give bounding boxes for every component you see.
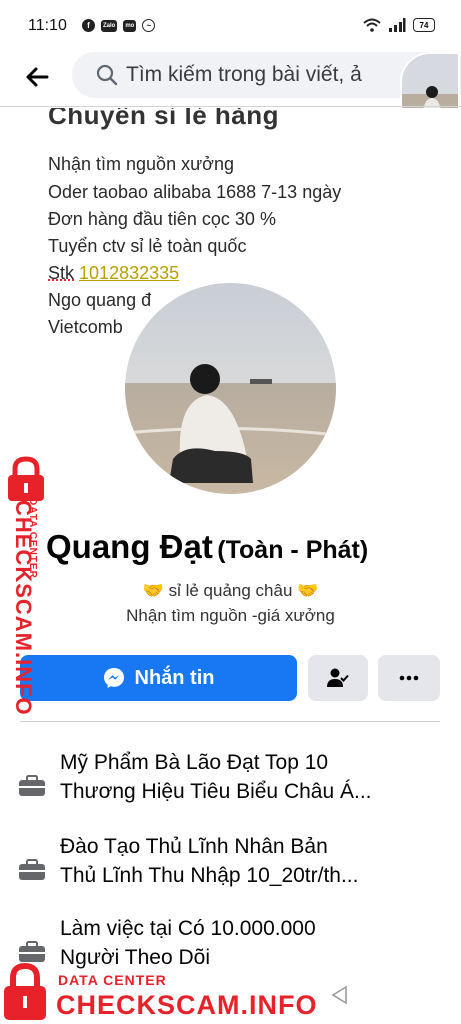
cover-line: Nhận tìm nguồn xưởng: [48, 154, 234, 175]
briefcase-icon: [18, 774, 46, 798]
cover-line: Đơn hàng đầu tiên cọc 30 %: [48, 209, 276, 230]
briefcase-icon: [18, 858, 46, 882]
search-icon: [96, 64, 118, 86]
cover-line: Vietcomb: [48, 317, 123, 338]
stk-label: Stk: [48, 263, 74, 283]
detail-line: Đào Tạo Thủ Lĩnh Nhân Bản: [60, 832, 440, 861]
back-button[interactable]: [20, 60, 54, 94]
battery-indicator: 74: [413, 18, 435, 32]
detail-line: Thủ Lĩnh Thu Nhập 10_20tr/th...: [60, 861, 440, 890]
zalo-icon: Zalo: [101, 20, 117, 32]
momo-icon: mo: [123, 20, 136, 32]
detail-text: Mỹ Phẩm Bà Lão Đạt Top 10 Thương Hiệu Ti…: [60, 748, 440, 806]
wifi-icon: [363, 18, 381, 32]
bottom-watermark: DATA CENTER CHECKSCAM.INFO: [0, 960, 461, 1024]
detail-line: Thương Hiệu Tiêu Biểu Châu Á...: [60, 777, 440, 806]
profile-picture[interactable]: [121, 279, 340, 498]
profile-name-main: Quang Đạt: [46, 528, 213, 565]
more-dots-icon: [399, 675, 419, 681]
cover-line: Oder taobao alibaba 1688 7-13 ngày: [48, 182, 341, 203]
detail-line: Mỹ Phẩm Bà Lão Đạt Top 10: [60, 748, 440, 777]
arrow-left-icon: [25, 67, 49, 87]
more-options-button[interactable]: [378, 655, 440, 701]
side-watermark-sub: DATA CENTER: [27, 498, 38, 579]
messenger-icon: ~: [142, 19, 155, 32]
cover-stk-line: Stk 1012832335: [48, 263, 179, 284]
side-watermark: CHECKSCAM.INFO: [0, 452, 52, 682]
profile-photo: [125, 283, 336, 494]
lock-icon: [5, 456, 47, 502]
facebook-icon: f: [82, 19, 95, 32]
section-divider: [20, 721, 440, 722]
header-divider: [0, 106, 461, 107]
detail-item-work[interactable]: Đào Tạo Thủ Lĩnh Nhân Bản Thủ Lĩnh Thu N…: [18, 832, 448, 894]
status-time: 11:10: [28, 17, 67, 35]
profile-name: Quang Đạt (Toàn - Phát): [46, 528, 368, 566]
bottom-watermark-text: CHECKSCAM.INFO: [56, 990, 318, 1021]
message-button[interactable]: Nhắn tin: [20, 655, 297, 701]
message-button-label: Nhắn tin: [135, 667, 215, 690]
profile-bio-line: Nhận tìm nguồn -giá xưởng: [0, 606, 461, 626]
status-bar: 11:10 f Zalo mo ~ 74: [0, 0, 461, 50]
search-placeholder: Tìm kiếm trong bài viết, ả: [126, 63, 362, 87]
lock-icon: [2, 962, 48, 1022]
signal-icon: [388, 18, 406, 32]
bottom-watermark-sub: DATA CENTER: [58, 972, 167, 988]
profile-bio-line: 🤝 sỉ lẻ quảng châu 🤝: [0, 581, 461, 601]
cover-line: Ngo quang đ: [48, 290, 151, 311]
profile-name-alt: (Toàn - Phát): [217, 536, 368, 564]
status-indicators: 74: [363, 18, 435, 32]
status-app-icons: f Zalo mo ~: [82, 19, 155, 32]
messenger-icon: [103, 667, 125, 689]
cover-line: Tuyển ctv sỉ lẻ toàn quốc: [48, 236, 246, 257]
stk-number-link[interactable]: 1012832335: [79, 263, 179, 283]
friends-button[interactable]: [308, 655, 368, 701]
detail-text: Đào Tạo Thủ Lĩnh Nhân Bản Thủ Lĩnh Thu N…: [60, 832, 440, 890]
person-check-icon: [327, 668, 349, 688]
detail-line: Làm việc tại Có 10.000.000: [60, 914, 440, 943]
cover-title: Chuyên sỉ lẻ hàng: [48, 108, 279, 131]
detail-item-work[interactable]: Mỹ Phẩm Bà Lão Đạt Top 10 Thương Hiệu Ti…: [18, 748, 448, 810]
